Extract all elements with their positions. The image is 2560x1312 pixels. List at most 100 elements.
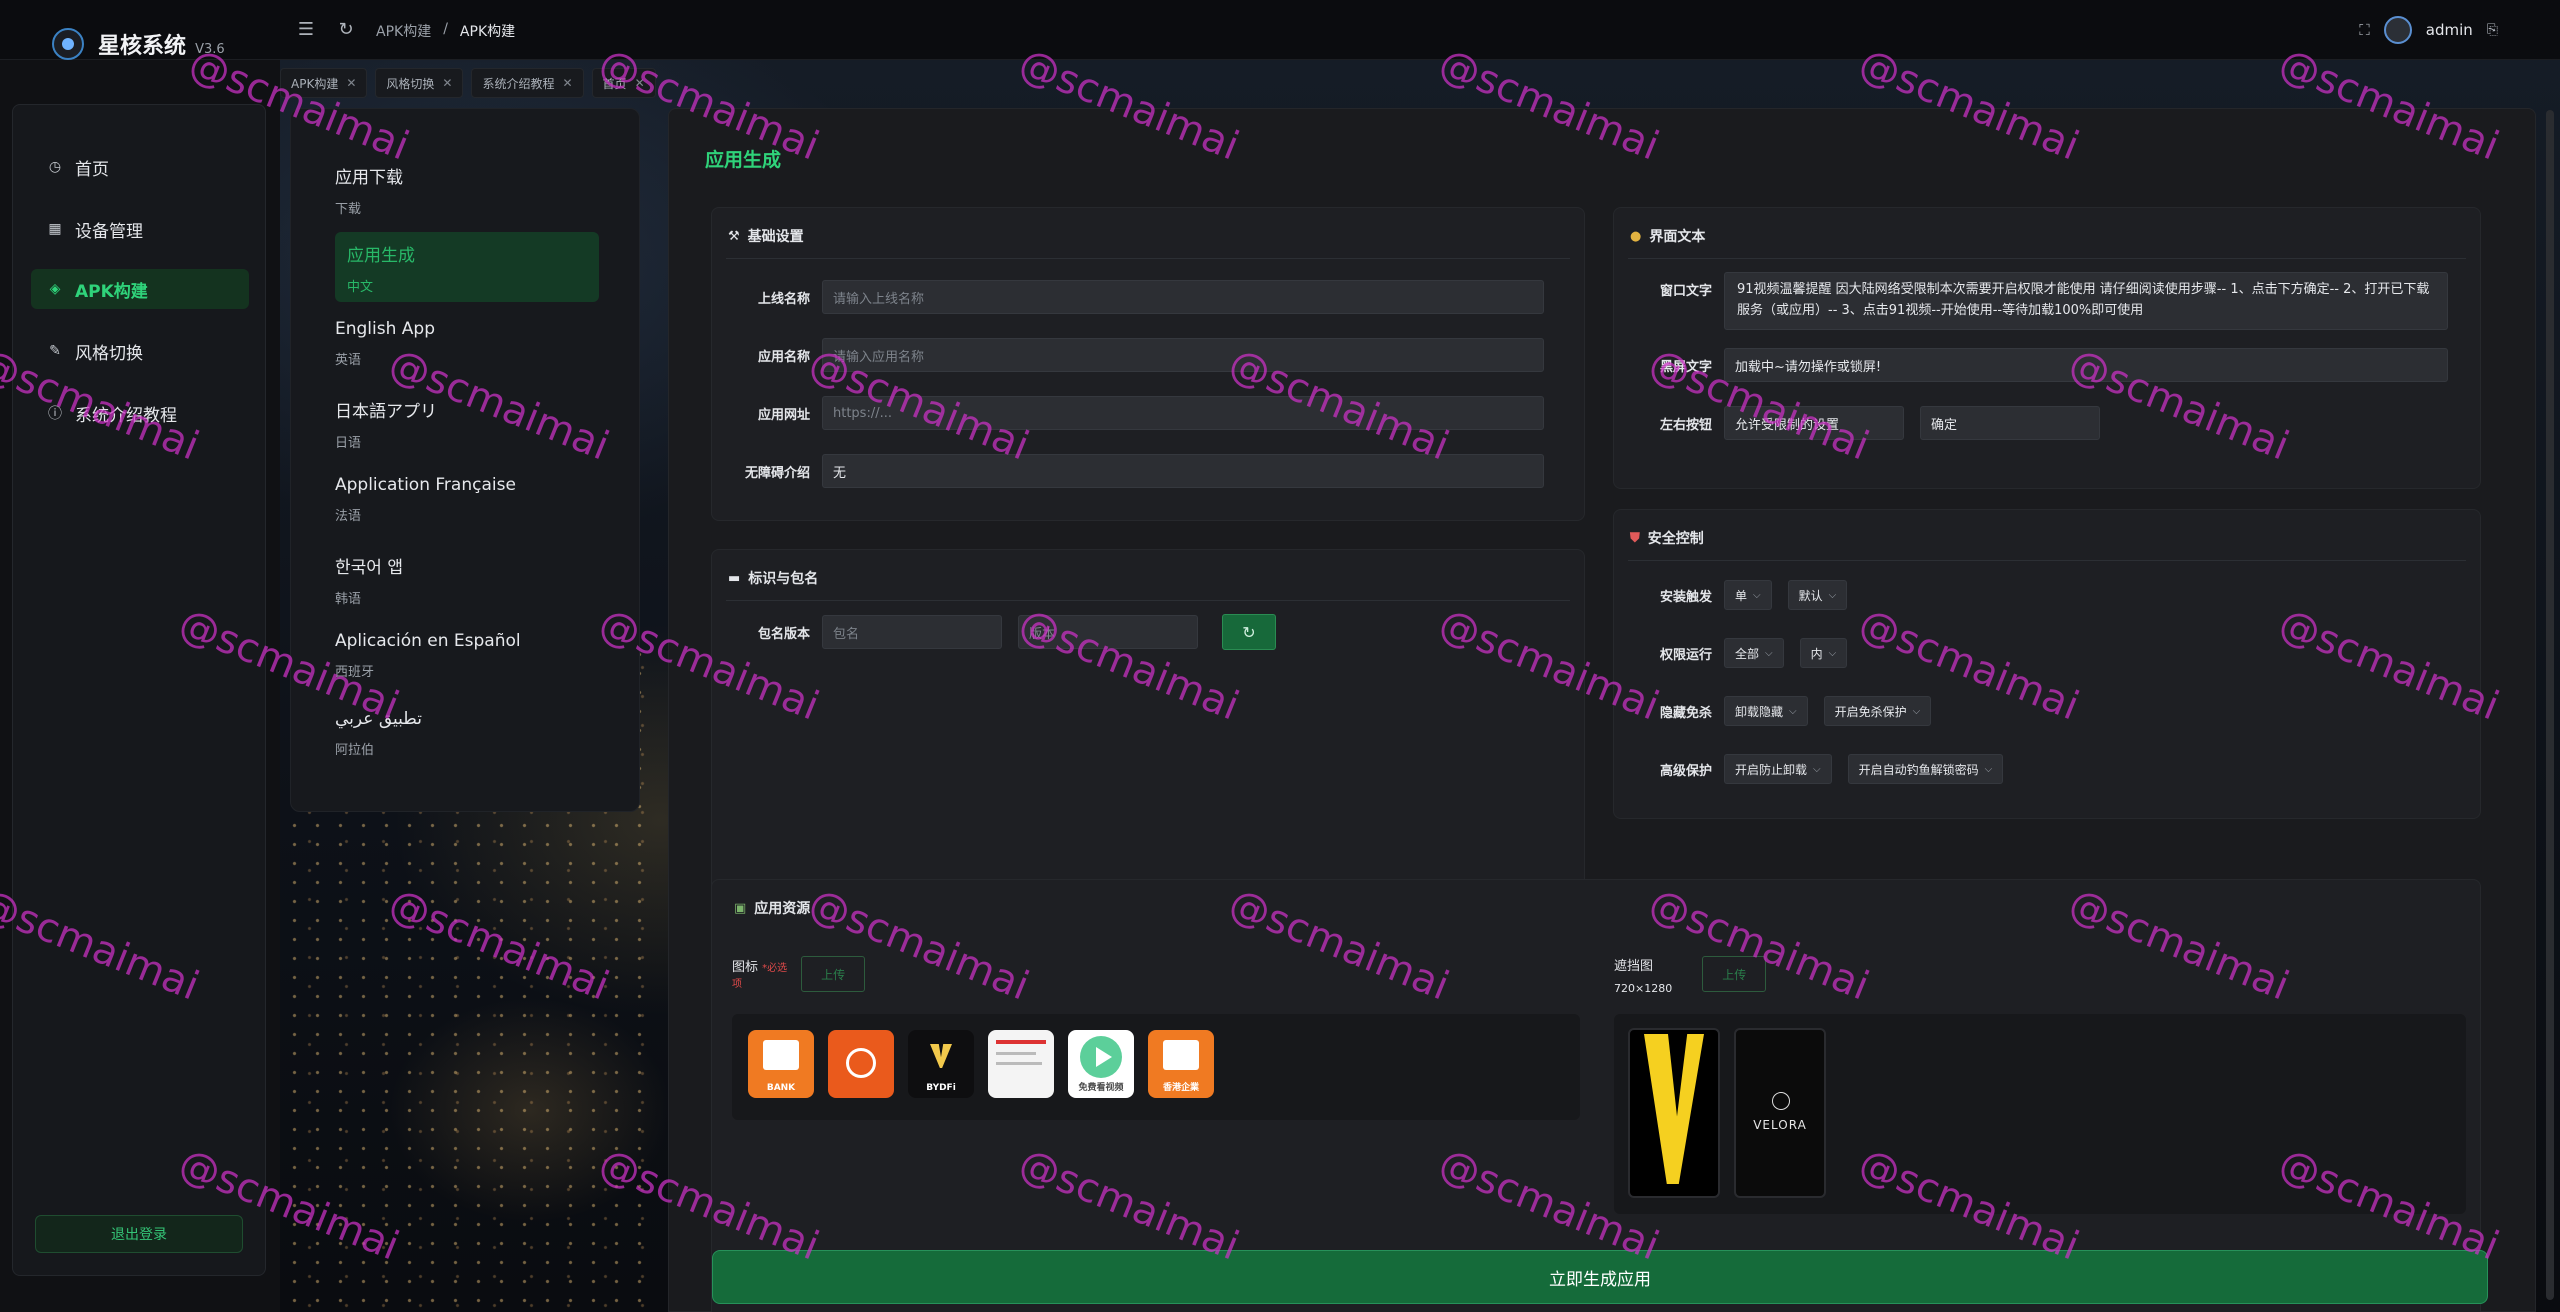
install-trigger-select[interactable]: 单 ⌵ xyxy=(1724,580,1772,610)
accessibility-intro-input[interactable]: 无 xyxy=(822,454,1544,488)
scrollbar[interactable] xyxy=(2546,110,2554,1300)
doc-line-shape xyxy=(996,1040,1046,1044)
breadcrumb-item[interactable]: APK构建 xyxy=(376,21,431,41)
list-item[interactable]: 应用下载 下载 xyxy=(335,163,595,217)
select-value: 默认 xyxy=(1798,588,1823,603)
velora-splash[interactable]: VELORA xyxy=(1734,1028,1826,1198)
image-icon: ▣ xyxy=(734,900,747,916)
protection-select[interactable]: 开启免杀保护 ⌵ xyxy=(1823,696,1932,726)
tab-style-switch[interactable]: 风格切换 ✕ xyxy=(375,68,464,98)
card-header: ⛊ 安全控制 xyxy=(1630,528,1704,548)
splash-label: 遮挡图 xyxy=(1614,959,1654,974)
video-app-icon[interactable]: 免费看视频 xyxy=(1068,1030,1134,1098)
install-mode-select[interactable]: 默认 ⌵ xyxy=(1787,580,1848,610)
sidebar-item-devices[interactable]: ▦ 设备管理 xyxy=(31,209,249,249)
list-item[interactable]: 日本語アプリ 日语 xyxy=(335,397,595,451)
divider xyxy=(1628,258,2466,259)
sidebar: ◷ 首页 ▦ 设备管理 ◈ APK构建 ✎ 风格切换 ⓘ 系统介绍教程 退出登录 xyxy=(12,104,266,1276)
close-icon[interactable]: ✕ xyxy=(635,76,645,90)
doc-line-shape xyxy=(996,1062,1042,1065)
language-name: 应用生成 xyxy=(347,246,415,266)
sidebar-item-label: 系统介绍教程 xyxy=(75,405,177,426)
document-app-icon[interactable] xyxy=(988,1030,1054,1098)
language-name: 应用下载 xyxy=(335,168,403,188)
bank-app-icon[interactable]: BANK xyxy=(748,1030,814,1098)
generate-app-button[interactable]: 立即生成应用 xyxy=(712,1250,2488,1304)
tab-apk-build[interactable]: APK构建 ✕ xyxy=(280,68,368,98)
card-title: 安全控制 xyxy=(1647,531,1704,547)
app-url-input[interactable]: https://... xyxy=(822,396,1544,430)
tab-label: 风格切换 xyxy=(386,76,435,91)
language-name: 日本語アプリ xyxy=(335,402,437,422)
divider xyxy=(1628,560,2466,561)
list-item[interactable]: English App 英语 xyxy=(335,319,595,368)
sidebar-item-label: 首页 xyxy=(75,159,109,180)
divider xyxy=(726,600,1570,601)
hide-mode-select[interactable]: 卸载隐藏 ⌵ xyxy=(1724,696,1808,726)
card-title: 界面文本 xyxy=(1649,229,1706,245)
list-item[interactable]: Aplicación en Español 西班牙 xyxy=(335,631,595,680)
play-icon xyxy=(1096,1047,1112,1067)
field-row: 左右按钮 允许受限制的设置 确定 xyxy=(1614,406,2100,440)
tab-bar: APK构建 ✕ 风格切换 ✕ 系统介绍教程 ✕ 首页 ✕ xyxy=(280,68,656,98)
close-icon[interactable]: ✕ xyxy=(442,76,452,90)
upload-icon-button[interactable]: 上传 xyxy=(801,956,866,992)
orange-app-icon[interactable] xyxy=(828,1030,894,1098)
list-item[interactable]: 한국어 앱 韩语 xyxy=(335,553,595,607)
version-input[interactable]: 版本 xyxy=(1018,615,1198,649)
tab-tutorial[interactable]: 系统介绍教程 ✕ xyxy=(471,68,584,98)
info-icon: ⓘ xyxy=(48,406,62,422)
select-value: 开启免杀保护 xyxy=(1834,704,1907,719)
list-item[interactable]: تطبيق عربي 阿拉伯 xyxy=(335,709,595,758)
menu-fold-icon[interactable]: ☰ xyxy=(296,20,316,40)
language-list: 应用下载 下载 应用生成 中文 English App 英语 日本語アプリ 日语 App… xyxy=(290,108,640,812)
regenerate-button[interactable]: ↻ xyxy=(1222,614,1276,650)
palette-icon: ✎ xyxy=(49,343,61,359)
left-button-input[interactable]: 允许受限制的设置 xyxy=(1724,406,1904,440)
enterprise-app-icon[interactable]: 香港企業 xyxy=(1148,1030,1214,1098)
permission-mode-select[interactable]: 内 ⌵ xyxy=(1799,638,1848,668)
icon-label-group: 图标 *必选 项 xyxy=(732,956,787,991)
resources-card: ▣ 应用资源 图标 *必选 项 上传 BANK BYDFi 免费看视频 香港企業… xyxy=(711,879,2481,1312)
close-icon[interactable]: ✕ xyxy=(562,76,572,90)
splash-upload-row: 遮挡图 720×1280 上传 xyxy=(1614,956,1767,1000)
window-text-input[interactable]: 91视频温馨提醒 因大陆网络受限制本次需要开启权限才能使用 请仔细阅读使用步骤-… xyxy=(1724,272,2448,330)
black-screen-text-input[interactable]: 加载中~请勿操作或锁屏! xyxy=(1724,348,2448,382)
list-item[interactable]: Application Française 法语 xyxy=(335,475,595,524)
app-name-input[interactable]: 请输入应用名称 xyxy=(822,338,1544,372)
sidebar-item-style[interactable]: ✎ 风格切换 xyxy=(31,331,249,371)
icon-caption: 香港企業 xyxy=(1162,1083,1199,1093)
user-area: ⛶ admin ⎘ xyxy=(2359,16,2498,44)
v-logo-splash[interactable] xyxy=(1628,1028,1720,1198)
breadcrumb: APK构建 / APK构建 xyxy=(376,21,515,41)
sidebar-item-apk-build[interactable]: ◈ APK构建 xyxy=(31,269,249,309)
icon-label: 图标 xyxy=(732,960,759,975)
tab-home[interactable]: 首页 ✕ xyxy=(591,68,656,98)
logout-button[interactable]: 退出登录 xyxy=(35,1215,243,1253)
refresh-icon[interactable]: ↻ xyxy=(336,20,356,40)
sidebar-item-tutorial[interactable]: ⓘ 系统介绍教程 xyxy=(31,393,249,433)
permission-scope-select[interactable]: 全部 ⌵ xyxy=(1724,638,1784,668)
right-button-input[interactable]: 确定 xyxy=(1920,406,2100,440)
advanced-protection-select[interactable]: 开启自动钓鱼解锁密码 ⌵ xyxy=(1847,754,2004,784)
field-label: 左右按钮 xyxy=(1659,417,1712,433)
shield-icon: ⛊ xyxy=(1630,530,1640,546)
uninstall-guard-select[interactable]: 开启防止卸载 ⌵ xyxy=(1724,754,1832,784)
sidebar-item-label: 风格切换 xyxy=(75,343,143,364)
user-name[interactable]: admin xyxy=(2426,21,2473,39)
field-row: 权限运行 全部 ⌵ 内 ⌵ xyxy=(1614,638,1863,668)
package-name-input[interactable]: 包名 xyxy=(822,615,1002,649)
field-label: 应用网址 xyxy=(757,407,810,423)
bydfi-app-icon[interactable]: BYDFi xyxy=(908,1030,974,1098)
upload-splash-button[interactable]: 上传 xyxy=(1702,956,1767,992)
logout-icon[interactable]: ⎘ xyxy=(2487,22,2498,38)
close-icon[interactable]: ✕ xyxy=(346,76,356,90)
sidebar-item-home[interactable]: ◷ 首页 xyxy=(31,147,249,187)
language-name: English App xyxy=(335,319,435,339)
icon-caption: BANK xyxy=(766,1083,796,1093)
fullscreen-icon[interactable]: ⛶ xyxy=(2359,21,2370,39)
avatar[interactable] xyxy=(2383,16,2412,44)
list-item[interactable]: 应用生成 中文 xyxy=(347,241,607,295)
select-value: 单 xyxy=(1735,588,1748,603)
online-name-input[interactable]: 请输入上线名称 xyxy=(822,280,1544,314)
